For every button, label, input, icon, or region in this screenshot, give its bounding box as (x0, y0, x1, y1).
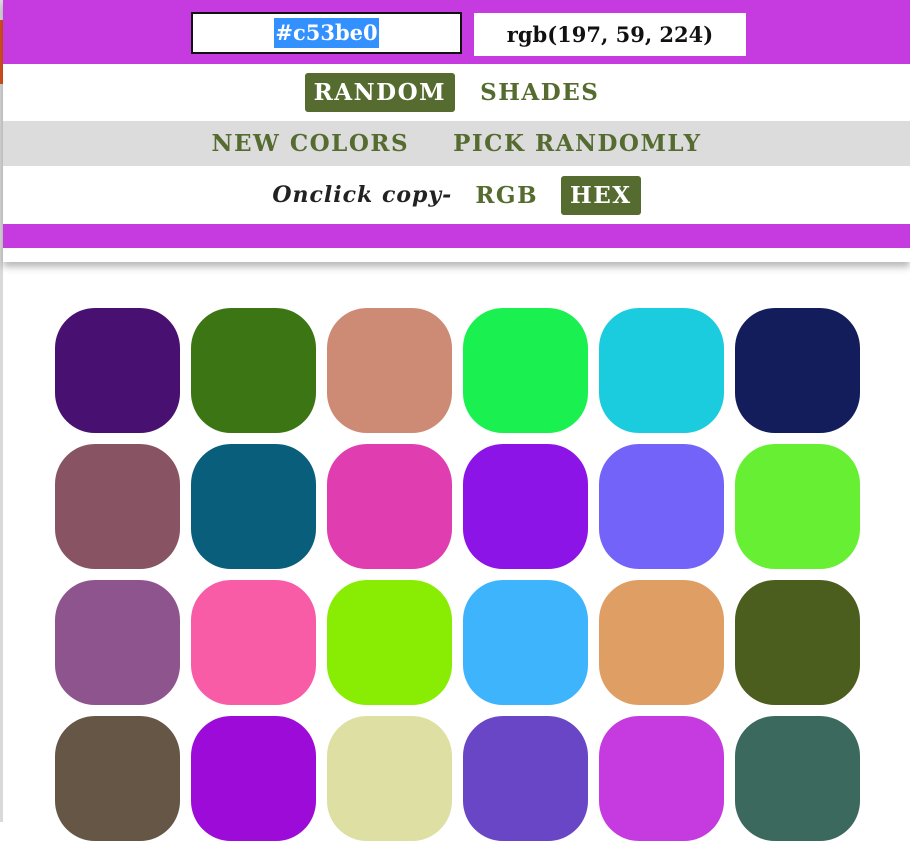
color-swatch[interactable] (191, 716, 316, 841)
color-swatch[interactable] (327, 444, 452, 569)
color-swatch[interactable] (463, 716, 588, 841)
color-swatch[interactable] (55, 308, 180, 433)
copy-format-row: Onclick copy- RGB HEX (3, 166, 910, 224)
color-swatch[interactable] (55, 444, 180, 569)
copy-hex-option[interactable]: HEX (561, 175, 641, 215)
new-colors-button[interactable]: NEW COLORS (202, 124, 418, 163)
color-swatch[interactable] (463, 444, 588, 569)
color-swatch[interactable] (55, 580, 180, 705)
color-swatch[interactable] (735, 716, 860, 841)
header: #c53be0 rgb(197, 59, 224) RANDOM SHADES … (3, 0, 910, 262)
tab-shades[interactable]: SHADES (471, 73, 608, 112)
color-swatch[interactable] (191, 444, 316, 569)
mode-tabs: RANDOM SHADES (3, 64, 910, 121)
color-swatch[interactable] (55, 716, 180, 841)
color-swatch[interactable] (191, 580, 316, 705)
color-swatch[interactable] (599, 444, 724, 569)
color-swatch[interactable] (599, 716, 724, 841)
pick-randomly-button[interactable]: PICK RANDOMLY (444, 124, 710, 163)
color-swatch[interactable] (327, 716, 452, 841)
color-swatch-grid (55, 308, 860, 841)
color-swatch[interactable] (327, 308, 452, 433)
color-swatch[interactable] (463, 580, 588, 705)
color-swatch[interactable] (599, 580, 724, 705)
hex-value-box[interactable]: #c53be0 (191, 12, 462, 54)
color-swatch[interactable] (735, 444, 860, 569)
rgb-value-box[interactable]: rgb(197, 59, 224) (474, 13, 746, 56)
selected-color-strip (3, 224, 910, 248)
color-swatch[interactable] (327, 580, 452, 705)
copy-format-label: Onclick copy- (272, 182, 453, 208)
color-swatch[interactable] (599, 308, 724, 433)
tab-random[interactable]: RANDOM (304, 73, 456, 112)
color-swatch[interactable] (191, 308, 316, 433)
selected-color-bar: #c53be0 rgb(197, 59, 224) (3, 0, 910, 64)
color-swatch[interactable] (735, 580, 860, 705)
color-swatch[interactable] (463, 308, 588, 433)
copy-rgb-option[interactable]: RGB (466, 176, 547, 215)
action-bar: NEW COLORS PICK RANDOMLY (3, 121, 910, 166)
color-swatch[interactable] (735, 308, 860, 433)
hex-value-text[interactable]: #c53be0 (274, 18, 379, 48)
